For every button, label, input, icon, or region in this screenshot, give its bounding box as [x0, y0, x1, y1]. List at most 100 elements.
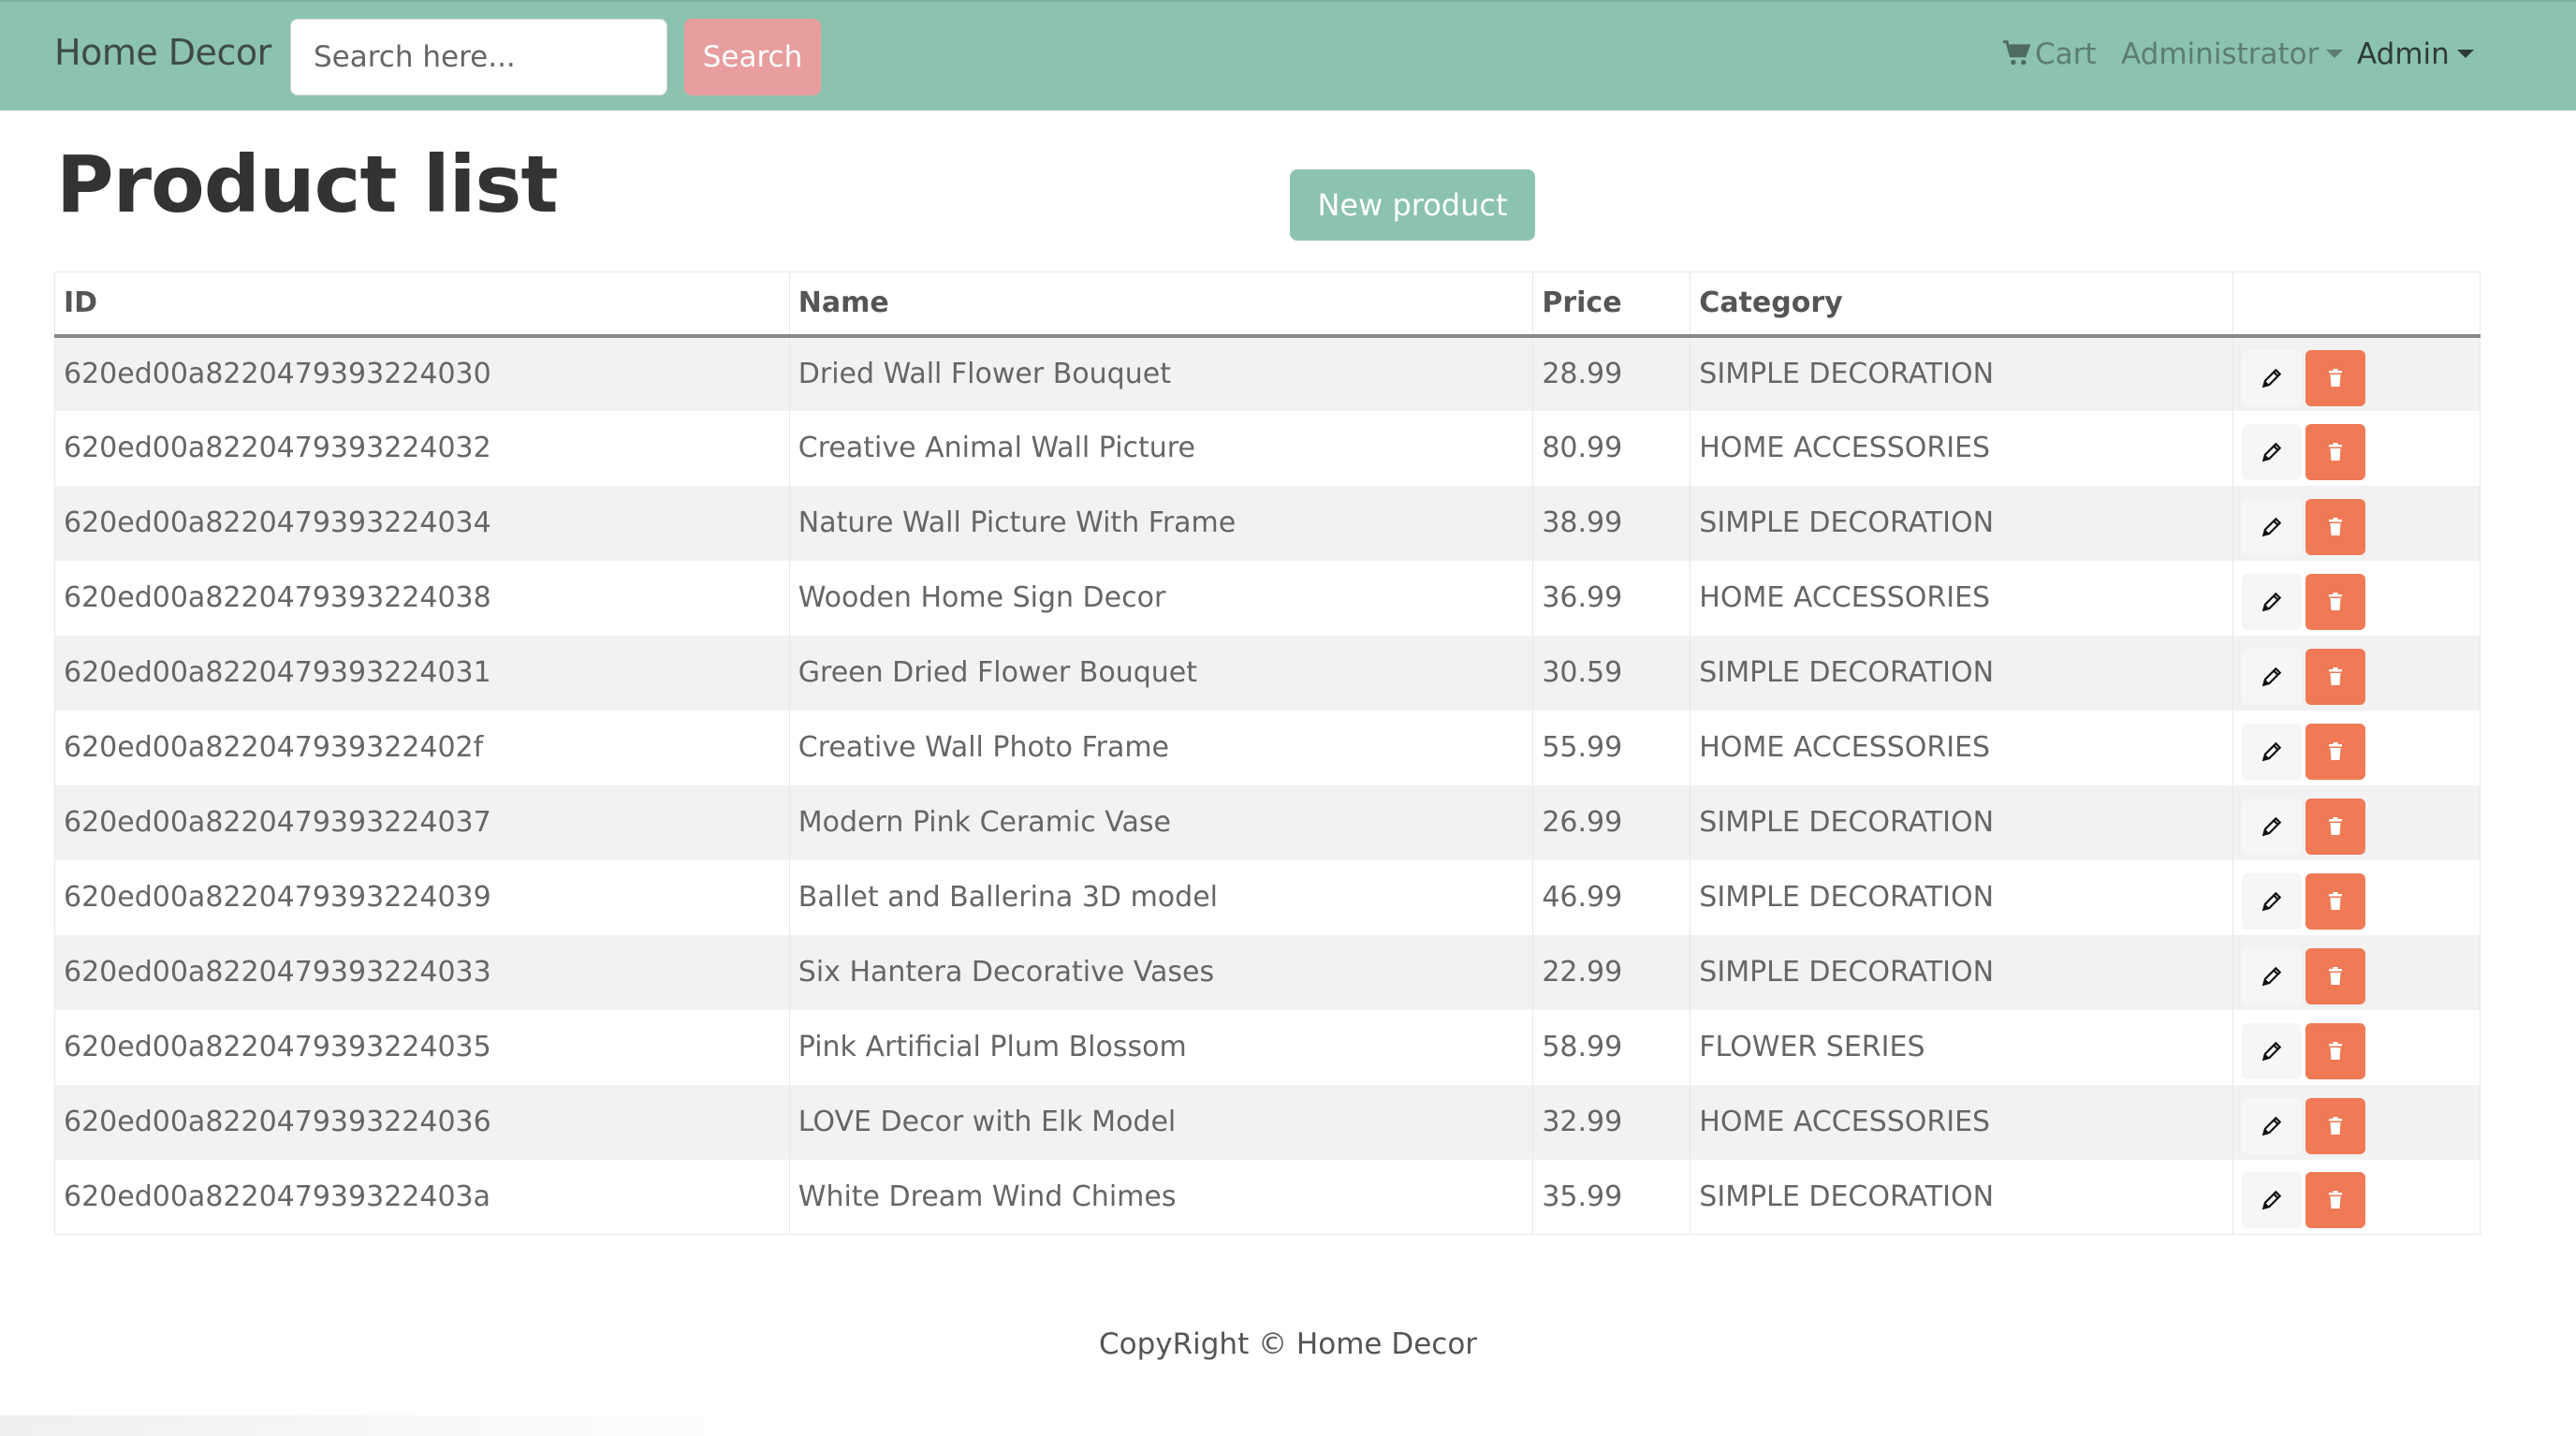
edit-button[interactable]: [2242, 423, 2303, 480]
column-header-actions: [2232, 271, 2481, 338]
delete-button[interactable]: [2305, 798, 2366, 855]
cart-icon: [2001, 39, 2033, 75]
cell-price: 38.99: [1532, 485, 1690, 561]
cell-name: White Dream Wind Chimes: [788, 1159, 1533, 1235]
delete-button[interactable]: [2305, 1172, 2366, 1229]
delete-button[interactable]: [2305, 947, 2366, 1004]
cell-id: 620ed00a8220479393224031: [54, 635, 790, 711]
trash-icon: [2311, 368, 2360, 388]
pencil-icon: [2247, 814, 2296, 839]
edit-button[interactable]: [2242, 573, 2303, 630]
cell-id: 620ed00a8220479393224038: [54, 560, 790, 636]
trash-icon: [2311, 517, 2360, 537]
column-header-category: Category: [1690, 271, 2233, 338]
cell-actions: [2232, 934, 2481, 1010]
cell-category: HOME ACCESSORIES: [1690, 1084, 2233, 1160]
cell-category: SIMPLE DECORATION: [1690, 1159, 2233, 1235]
cell-price: 35.99: [1532, 1159, 1690, 1235]
delete-button[interactable]: [2305, 573, 2366, 630]
search-button[interactable]: Search: [684, 19, 821, 95]
trash-icon: [2311, 1116, 2360, 1136]
edit-button[interactable]: [2242, 349, 2303, 406]
column-header-price: Price: [1532, 271, 1690, 338]
pencil-icon: [2247, 1039, 2296, 1063]
delete-button[interactable]: [2305, 498, 2366, 555]
cell-actions: [2232, 1159, 2481, 1235]
pencil-icon: [2247, 440, 2296, 464]
cell-name: Creative Animal Wall Picture: [788, 410, 1533, 486]
cell-price: 32.99: [1532, 1084, 1690, 1160]
delete-button[interactable]: [2305, 1022, 2366, 1079]
administrator-dropdown[interactable]: Administrator: [2121, 37, 2344, 71]
cell-name: Six Hantera Decorative Vases: [788, 934, 1533, 1010]
cell-category: SIMPLE DECORATION: [1690, 635, 2233, 711]
table-row: 620ed00a822047939322402f Creative Wall Ph…: [54, 710, 2481, 785]
table-row: 620ed00a822047939322403a White Dream Wind…: [54, 1159, 2481, 1235]
cell-id: 620ed00a8220479393224030: [54, 335, 790, 411]
cell-actions: [2232, 1084, 2481, 1160]
edit-button[interactable]: [2242, 1097, 2303, 1154]
cell-price: 46.99: [1532, 859, 1690, 935]
trash-icon: [2311, 442, 2360, 462]
cell-category: HOME ACCESSORIES: [1690, 560, 2233, 636]
cell-category: SIMPLE DECORATION: [1690, 934, 2233, 1010]
bottom-shadow: [0, 1415, 842, 1436]
footer-copyright: CopyRight © Home Decor: [1098, 1327, 1478, 1361]
delete-button[interactable]: [2305, 723, 2366, 780]
cell-id: 620ed00a8220479393224039: [54, 859, 790, 935]
nav-cart-link[interactable]: Cart: [2001, 37, 2097, 75]
new-product-button[interactable]: New product: [1290, 169, 1535, 241]
cell-name: Creative Wall Photo Frame: [788, 710, 1533, 785]
trash-icon: [2311, 741, 2360, 762]
cell-actions: [2232, 859, 2481, 935]
delete-button[interactable]: [2305, 872, 2366, 930]
cell-actions: [2232, 784, 2481, 860]
trash-icon: [2311, 1190, 2360, 1210]
edit-button[interactable]: [2242, 1172, 2303, 1229]
cell-price: 55.99: [1532, 710, 1690, 785]
chevron-down-icon: [2456, 50, 2474, 58]
pencil-icon: [2247, 964, 2296, 989]
cell-actions: [2232, 1009, 2481, 1085]
brand-logo[interactable]: Home Decor: [54, 32, 271, 73]
cell-name: Ballet and Ballerina 3D model: [788, 859, 1533, 935]
delete-button[interactable]: [2305, 1097, 2366, 1154]
edit-button[interactable]: [2242, 872, 2303, 930]
cell-category: SIMPLE DECORATION: [1690, 784, 2233, 860]
delete-button[interactable]: [2305, 423, 2366, 480]
cell-name: Dried Wall Flower Bouquet: [788, 335, 1533, 411]
nav-cart-label: Cart: [2035, 37, 2097, 71]
cell-price: 58.99: [1532, 1009, 1690, 1085]
cell-name: Wooden Home Sign Decor: [788, 560, 1533, 636]
cell-name: Modern Pink Ceramic Vase: [788, 784, 1533, 860]
column-header-id: ID: [54, 271, 790, 338]
cell-category: HOME ACCESSORIES: [1690, 710, 2233, 785]
edit-button[interactable]: [2242, 798, 2303, 855]
edit-button[interactable]: [2242, 723, 2303, 780]
cell-price: 26.99: [1532, 784, 1690, 860]
cell-actions: [2232, 410, 2481, 486]
cell-name: Nature Wall Picture With Frame: [788, 485, 1533, 561]
edit-button[interactable]: [2242, 648, 2303, 705]
table-row: 620ed00a8220479393224033 Six Hantera Deco…: [54, 934, 2481, 1010]
cell-name: Pink Artificial Plum Blossom: [788, 1009, 1533, 1085]
edit-button[interactable]: [2242, 947, 2303, 1004]
product-table: ID Name Price Category 620ed00a822047939…: [54, 271, 2481, 1235]
administrator-label: Administrator: [2121, 37, 2320, 71]
cell-actions: [2232, 635, 2481, 711]
trash-icon: [2311, 592, 2360, 612]
edit-button[interactable]: [2242, 1022, 2303, 1079]
pencil-icon: [2247, 1114, 2296, 1138]
delete-button[interactable]: [2305, 349, 2366, 406]
trash-icon: [2311, 966, 2360, 987]
cell-price: 80.99: [1532, 410, 1690, 486]
cell-category: SIMPLE DECORATION: [1690, 859, 2233, 935]
search-input[interactable]: [290, 19, 667, 95]
cell-price: 22.99: [1532, 934, 1690, 1010]
cell-actions: [2232, 710, 2481, 785]
user-dropdown[interactable]: Admin: [2357, 37, 2474, 71]
trash-icon: [2311, 1041, 2360, 1062]
delete-button[interactable]: [2305, 648, 2366, 705]
cell-id: 620ed00a822047939322402f: [54, 710, 790, 785]
edit-button[interactable]: [2242, 498, 2303, 555]
